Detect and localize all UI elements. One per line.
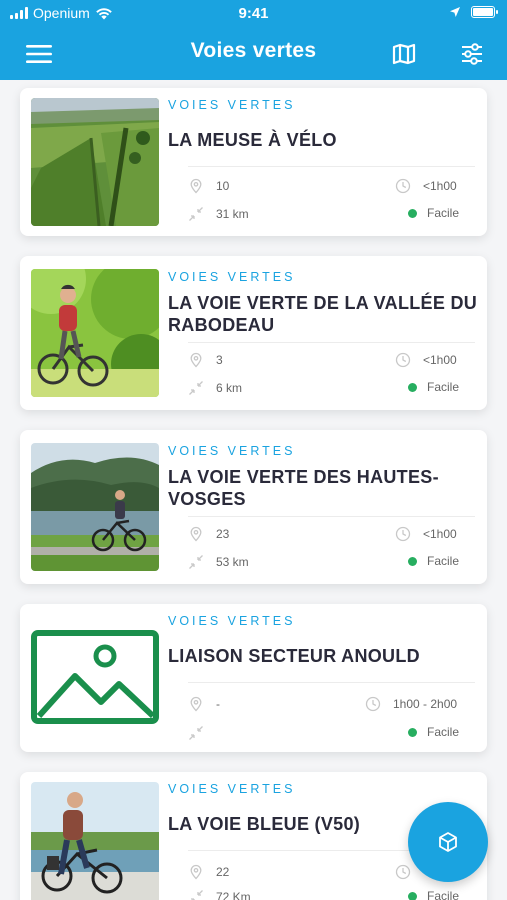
difficulty-dot (408, 556, 417, 566)
difficulty-label: Facile (427, 554, 460, 568)
map-pin-icon (190, 178, 202, 194)
points-count: 22 (216, 865, 230, 879)
map-pin-icon (190, 352, 202, 368)
difficulty-dot (408, 891, 417, 900)
location-arrow-icon (450, 7, 460, 17)
difficulty-label: Facile (427, 889, 460, 900)
sliders-icon (462, 43, 482, 65)
route-thumbnail (31, 782, 159, 900)
difficulty-meta: Facile (408, 206, 459, 220)
map-pin-icon (190, 526, 202, 542)
route-category: VOIES VERTES (168, 782, 296, 796)
difficulty-meta: Facile (408, 554, 459, 568)
duration-value: <1h00 (423, 527, 457, 541)
card-divider (188, 682, 475, 683)
image-placeholder-icon (31, 630, 159, 724)
points-count: 23 (216, 527, 230, 541)
route-category: VOIES VERTES (168, 98, 296, 112)
distance-arrows-icon (189, 207, 203, 221)
difficulty-label: Facile (427, 725, 460, 739)
route-title: LIAISON SECTEUR ANOULD (168, 646, 420, 666)
distance-meta: 53 km (188, 554, 249, 570)
clock-icon (395, 178, 411, 194)
route-thumbnail (31, 630, 159, 724)
map-button[interactable] (387, 37, 421, 71)
card-divider (188, 342, 475, 343)
map-pin-icon (190, 864, 202, 880)
points-meta: 23 (188, 526, 229, 542)
battery-icon (471, 6, 498, 18)
route-category: VOIES VERTES (168, 614, 296, 628)
distance-meta: 72 Km (188, 889, 251, 900)
difficulty-dot (408, 382, 417, 392)
route-title: LA VOIE VERTE DES HAUTES-VOSGES (168, 467, 439, 509)
route-category: VOIES VERTES (168, 270, 296, 284)
distance-arrows-icon (189, 381, 203, 395)
map-icon (392, 43, 416, 65)
points-meta: - (188, 696, 220, 712)
clock-icon (395, 352, 411, 368)
route-card[interactable]: VOIES VERTES LA VOIE VERTE DE LA VALLÉE … (20, 256, 487, 410)
points-meta: 10 (188, 178, 229, 194)
cube-icon (439, 832, 457, 852)
route-card[interactable]: VOIES VERTES LIAISON SECTEUR ANOULD - 1h… (20, 604, 487, 752)
card-divider (188, 166, 475, 167)
distance-meta (188, 725, 216, 741)
route-thumbnail (31, 443, 159, 571)
distance-value: 72 Km (216, 890, 251, 900)
duration-meta: <1h00 (395, 352, 457, 368)
filter-button[interactable] (455, 37, 489, 71)
route-card[interactable]: VOIES VERTES LA VOIE VERTE DES HAUTES-VO… (20, 430, 487, 584)
points-count: 10 (216, 179, 230, 193)
distance-value: 31 km (216, 207, 249, 221)
points-meta: 22 (188, 864, 229, 880)
distance-meta: 6 km (188, 380, 242, 396)
page-title: Voies vertes (190, 39, 317, 62)
route-card[interactable]: VOIES VERTES LA MEUSE À VÉLO 10 <1h00 31… (20, 88, 487, 236)
difficulty-meta: Facile (408, 889, 459, 900)
status-right (449, 6, 498, 18)
route-title: LA MEUSE À VÉLO (168, 130, 337, 150)
difficulty-dot (408, 727, 417, 737)
map-pin-icon (190, 696, 202, 712)
duration-value: <1h00 (423, 353, 457, 367)
distance-arrows-icon (189, 555, 203, 569)
status-bar: Openium 9:41 (0, 0, 507, 28)
distance-value: 6 km (216, 381, 243, 395)
duration-meta: <1h00 (395, 526, 457, 542)
duration-value: 1h00 - 2h00 (393, 697, 458, 711)
distance-arrows-icon (191, 890, 203, 900)
points-count: 3 (216, 353, 223, 367)
route-thumbnail (31, 98, 159, 226)
clock-icon (395, 526, 411, 542)
difficulty-label: Facile (427, 206, 460, 220)
duration-meta: <1h00 (395, 178, 457, 194)
distance-meta: 31 km (188, 206, 249, 222)
card-divider (188, 516, 475, 517)
floating-action-button[interactable] (408, 802, 488, 882)
distance-value: 53 km (216, 555, 249, 569)
difficulty-label: Facile (427, 380, 460, 394)
distance-arrows-icon (189, 726, 203, 740)
clock-icon (365, 696, 381, 712)
duration-meta: 1h00 - 2h00 (365, 696, 457, 712)
route-category: VOIES VERTES (168, 444, 296, 458)
route-title: LA VOIE VERTE DE LA VALLÉE DU RABODEAU (168, 293, 478, 335)
points-count: - (216, 697, 220, 711)
points-meta: 3 (188, 352, 223, 368)
route-list: VOIES VERTES LA MEUSE À VÉLO 10 <1h00 31… (0, 80, 507, 900)
clock-icon (395, 864, 411, 880)
app-bar: Voies vertes (0, 28, 507, 80)
difficulty-meta: Facile (408, 380, 459, 394)
route-thumbnail (31, 269, 159, 397)
difficulty-meta: Facile (408, 725, 459, 739)
difficulty-dot (408, 208, 417, 218)
status-time: 9:41 (238, 5, 269, 22)
duration-value: <1h00 (423, 179, 457, 193)
